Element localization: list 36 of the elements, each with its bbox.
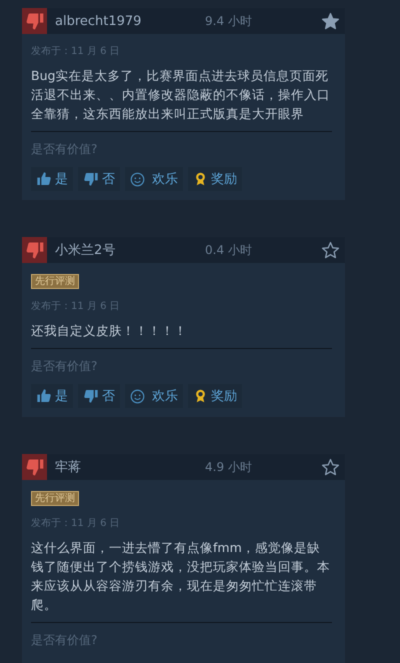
smiley-icon	[130, 172, 145, 186]
thumbs-up-icon	[36, 171, 52, 187]
star-icon[interactable]	[321, 240, 340, 260]
review-text: Bug实在是太多了，比赛界面点进去球员信息页面死活退不出来、、内置修改器隐蔽的不像话，操作入口全靠猜，这东西能放出来叫正式版真是大开眼界	[31, 67, 331, 123]
star-icon[interactable]	[321, 12, 340, 30]
smiley-icon	[130, 388, 145, 404]
thumbs-down-icon	[83, 388, 99, 404]
star-icon[interactable]	[321, 458, 340, 476]
vote-button[interactable]: 奖励	[188, 167, 242, 191]
vote-button[interactable]: 欢乐	[125, 167, 183, 191]
helpful-prompt: 是否有价值?	[31, 141, 98, 158]
play-hours: 9.4 小时	[205, 12, 253, 30]
helpful-prompt: 是否有价值?	[31, 358, 98, 375]
username[interactable]: 小米兰2号	[55, 241, 205, 259]
award-icon	[193, 171, 208, 187]
post-date: 发布于：11 月 6 日	[31, 517, 121, 530]
play-hours: 4.9 小时	[205, 458, 253, 476]
post-date: 发布于：11 月 6 日	[31, 300, 121, 313]
username[interactable]: albrecht1979	[55, 14, 205, 28]
vote-button[interactable]: 否	[78, 167, 120, 191]
post-date: 发布于：11 月 6 日	[31, 45, 121, 58]
vote-button[interactable]: 是	[31, 384, 73, 408]
review-text: 这什么界面，一进去懵了有点像fmm，感觉像是缺钱了随便出了个捞钱游戏，没把玩家体验当回事。本来应该从从容容游刃有余，现在是匆匆忙忙连滚带爬。	[31, 539, 331, 614]
vote-button[interactable]: 欢乐	[125, 384, 183, 408]
early-access-badge: 先行评测	[31, 274, 79, 289]
helpful-prompt: 是否有价值?	[31, 632, 98, 649]
review-text: 还我自定义皮肤！！！！！	[31, 322, 188, 340]
thumbs-down-icon	[83, 171, 99, 187]
early-access-badge: 先行评测	[31, 491, 79, 506]
username[interactable]: 牢蒋	[55, 458, 205, 476]
vote-button[interactable]: 否	[78, 384, 120, 408]
thumbs-up-icon	[36, 388, 52, 404]
play-hours: 0.4 小时	[205, 242, 253, 258]
vote-button[interactable]: 奖励	[188, 384, 242, 408]
award-icon	[193, 388, 208, 404]
vote-button[interactable]: 是	[31, 167, 73, 191]
